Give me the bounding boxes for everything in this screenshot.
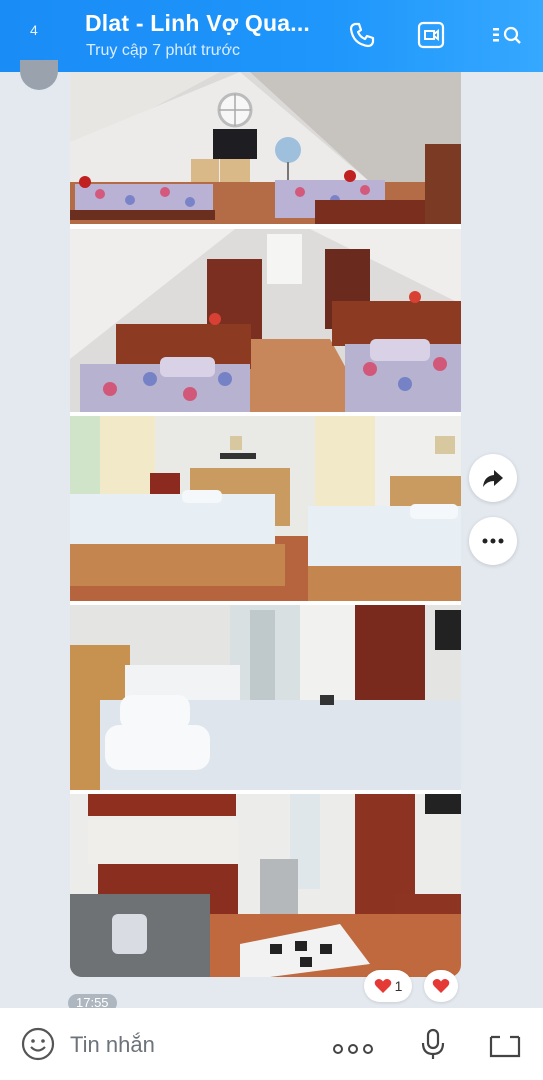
photo-kitchen-living-room[interactable] <box>70 794 461 977</box>
message-input[interactable]: Tin nhắn <box>70 1032 155 1058</box>
back-icon[interactable]: 4 <box>30 22 38 38</box>
heart-icon <box>374 979 391 993</box>
photo-double-beds-room[interactable] <box>70 416 461 601</box>
more-icon[interactable] <box>333 1034 373 1060</box>
avatar[interactable] <box>20 60 58 90</box>
forward-icon <box>483 470 503 487</box>
chat-header: 4 Dlat - Linh Vợ Qua... Truy cập 7 phút … <box>0 0 543 72</box>
more-options-button[interactable] <box>469 517 517 565</box>
more-icon <box>482 538 504 544</box>
phone-icon[interactable] <box>345 18 379 52</box>
emoji-icon[interactable] <box>20 1026 56 1062</box>
heart-icon <box>432 979 450 993</box>
mic-icon[interactable] <box>418 1028 448 1060</box>
image-icon[interactable] <box>488 1030 522 1060</box>
photo-bed-closeup-room[interactable] <box>70 605 461 790</box>
last-seen-status: Truy cập 7 phút trước <box>86 42 240 59</box>
chat-title[interactable]: Dlat - Linh Vợ Qua... <box>85 10 310 37</box>
menu-icon[interactable] <box>490 18 524 52</box>
video-call-icon[interactable] <box>414 18 448 52</box>
photo-attic-room-1[interactable] <box>70 72 461 224</box>
reaction-count: 1 <box>394 978 403 994</box>
photo-message[interactable] <box>70 72 461 977</box>
photo-attic-room-2[interactable] <box>70 229 461 412</box>
reaction-summary[interactable]: 1 <box>364 970 412 1002</box>
react-button[interactable] <box>424 970 458 1002</box>
forward-button[interactable] <box>469 454 517 502</box>
composer-bar: Tin nhắn <box>0 1008 543 1080</box>
